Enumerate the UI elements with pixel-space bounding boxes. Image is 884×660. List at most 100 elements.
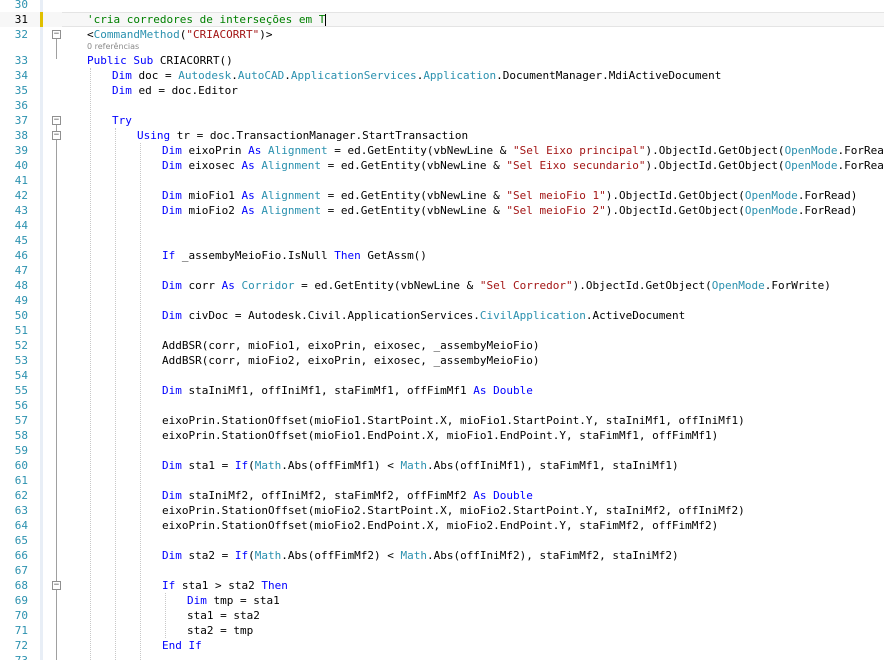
code-line[interactable]: 60 Dim sta1 = If(Math.Abs(offFimMf1) < Ma…: [0, 458, 884, 473]
code-token: _assembyMeioFio.IsNull: [181, 249, 335, 262]
code-line[interactable]: 32 <CommandMethod("CRIACORRT")>: [0, 27, 884, 42]
code-line[interactable]: 41: [0, 173, 884, 188]
code-line[interactable]: 56: [0, 398, 884, 413]
text-caret: [325, 13, 327, 27]
code-token: = ed.GetEntity(vbNewLine &: [294, 279, 480, 292]
code-line[interactable]: 54: [0, 368, 884, 383]
code-line[interactable]: 73: [0, 653, 884, 660]
code-line[interactable]: 69 Dim tmp = sta1: [0, 593, 884, 608]
code-token: As: [241, 159, 262, 172]
code-line[interactable]: 50 Dim civDoc = Autodesk.Civil.Applicatio…: [0, 308, 884, 323]
line-number: 70: [14, 609, 28, 622]
line-number: 32: [14, 28, 28, 41]
code-token: tmp = sta1: [213, 594, 280, 607]
code-token: civDoc = Autodesk.Civil.ApplicationServi…: [188, 309, 480, 322]
code-token: As: [248, 144, 268, 157]
code-token: .ActiveDocument: [585, 309, 686, 322]
code-line[interactable]: 38 Using tr = doc.TransactionManager.Star…: [0, 128, 884, 143]
codelens-references[interactable]: 0 referências: [87, 41, 139, 53]
code-text: Dim doc = Autodesk.AutoCAD.ApplicationSe…: [112, 68, 721, 83]
code-line[interactable]: 52 AddBSR(corr, mioFio1, eixoPrin, eixose…: [0, 338, 884, 353]
code-token: Dim: [162, 159, 189, 172]
code-token: If: [162, 249, 182, 262]
code-token: Corridor: [241, 279, 295, 292]
code-editor[interactable]: 30 31 'cria corredores de interseções em T…: [0, 0, 884, 660]
code-line[interactable]: 45: [0, 233, 884, 248]
line-number: 36: [14, 99, 28, 112]
code-token: Dim: [187, 594, 214, 607]
code-token: 'cria corredores de interseções em T: [87, 13, 326, 26]
code-line[interactable]: 34 Dim doc = Autodesk.AutoCAD.Application…: [0, 68, 884, 83]
code-line[interactable]: 62 Dim staIniMf2, offIniMf2, staFimMf2, o…: [0, 488, 884, 503]
code-token: ).ObjectId.GetObject(: [605, 204, 745, 217]
code-line[interactable]: 64 eixoPrin.StationOffset(mioFio2.EndPoin…: [0, 518, 884, 533]
code-line[interactable]: 71 sta2 = tmp: [0, 623, 884, 638]
code-token: Application: [423, 69, 497, 82]
code-token: .: [231, 69, 238, 82]
code-token: Dim: [112, 69, 139, 82]
code-token: Using: [137, 129, 177, 142]
code-line[interactable]: 40 Dim eixosec As Alignment = ed.GetEntit…: [0, 158, 884, 173]
code-token: Dim: [162, 279, 189, 292]
code-token: Try: [112, 114, 132, 127]
code-line[interactable]: 30: [0, 0, 884, 12]
code-token: = ed.GetEntity(vbNewLine &: [320, 204, 507, 217]
code-line[interactable]: 33 Public Sub CRIACORRT(): [0, 53, 884, 68]
code-line[interactable]: 47: [0, 263, 884, 278]
code-line[interactable]: 44: [0, 218, 884, 233]
code-line[interactable]: 70 sta1 = sta2: [0, 608, 884, 623]
code-line[interactable]: 43 Dim mioFio2 As Alignment = ed.GetEntit…: [0, 203, 884, 218]
code-line[interactable]: 46 If _assembyMeioFio.IsNull Then GetAssm…: [0, 248, 884, 263]
code-token: Dim: [112, 84, 139, 97]
code-token: CivilApplication: [479, 309, 586, 322]
collapse-region-icon[interactable]: −: [52, 116, 61, 125]
line-number: 56: [14, 399, 28, 412]
code-token: Math: [400, 549, 427, 562]
code-line[interactable]: 42 Dim mioFio1 As Alignment = ed.GetEntit…: [0, 188, 884, 203]
collapse-region-icon[interactable]: −: [52, 131, 61, 140]
code-line[interactable]: 58 eixoPrin.StationOffset(mioFio1.EndPoin…: [0, 428, 884, 443]
code-line[interactable]: 31 'cria corredores de interseções em T: [0, 12, 884, 27]
code-line[interactable]: 72 End If: [0, 638, 884, 653]
line-number: 61: [14, 474, 28, 487]
code-line[interactable]: 53 AddBSR(corr, mioFio2, eixoPrin, eixose…: [0, 353, 884, 368]
line-number: 50: [14, 309, 28, 322]
code-line[interactable]: 35 Dim ed = doc.Editor: [0, 83, 884, 98]
line-number: 51: [14, 324, 28, 337]
collapse-region-icon[interactable]: −: [52, 581, 61, 590]
line-number: 53: [14, 354, 28, 367]
code-line[interactable]: 68 If sta1 > sta2 Then: [0, 578, 884, 593]
line-number: 41: [14, 174, 28, 187]
code-line[interactable]: 55 Dim staIniMf1, offIniMf1, staFimMf1, o…: [0, 383, 884, 398]
code-text: Dim eixosec As Alignment = ed.GetEntity(…: [162, 158, 884, 173]
line-number: 62: [14, 489, 28, 502]
code-text: End If: [162, 638, 202, 653]
code-line[interactable]: 51: [0, 323, 884, 338]
code-line[interactable]: 59: [0, 443, 884, 458]
code-line[interactable]: 36: [0, 98, 884, 113]
collapse-region-icon[interactable]: −: [52, 30, 61, 39]
line-number: 66: [14, 549, 28, 562]
code-line[interactable]: 39 Dim eixoPrin As Alignment = ed.GetEnti…: [0, 143, 884, 158]
code-token: sta1 > sta2: [181, 579, 262, 592]
line-number: 44: [14, 219, 28, 232]
code-line[interactable]: 66 Dim sta2 = If(Math.Abs(offFimMf2) < Ma…: [0, 548, 884, 563]
code-line[interactable]: 63 eixoPrin.StationOffset(mioFio2.StartPo…: [0, 503, 884, 518]
code-line[interactable]: 57 eixoPrin.StationOffset(mioFio1.StartPo…: [0, 413, 884, 428]
code-line[interactable]: 37 Try: [0, 113, 884, 128]
code-text: Dim civDoc = Autodesk.Civil.ApplicationS…: [162, 308, 685, 323]
code-token: .ForWrite): [764, 279, 831, 292]
code-text: Dim corr As Corridor = ed.GetEntity(vbNe…: [162, 278, 831, 293]
code-token: staIniMf1, offIniMf1, staFimMf1, offFimM…: [188, 384, 474, 397]
code-line[interactable]: 61: [0, 473, 884, 488]
fold-guide-line: [56, 590, 57, 644]
code-token: doc =: [138, 69, 179, 82]
code-line[interactable]: 67: [0, 563, 884, 578]
code-line[interactable]: 48 Dim corr As Corridor = ed.GetEntity(vb…: [0, 278, 884, 293]
code-token: Public Sub: [87, 54, 160, 67]
code-token: "Sel Eixo secundario": [506, 159, 646, 172]
code-text: eixoPrin.StationOffset(mioFio1.StartPoin…: [162, 413, 745, 428]
code-token: As Double: [473, 489, 533, 502]
code-line[interactable]: 65: [0, 533, 884, 548]
code-line[interactable]: 49: [0, 293, 884, 308]
